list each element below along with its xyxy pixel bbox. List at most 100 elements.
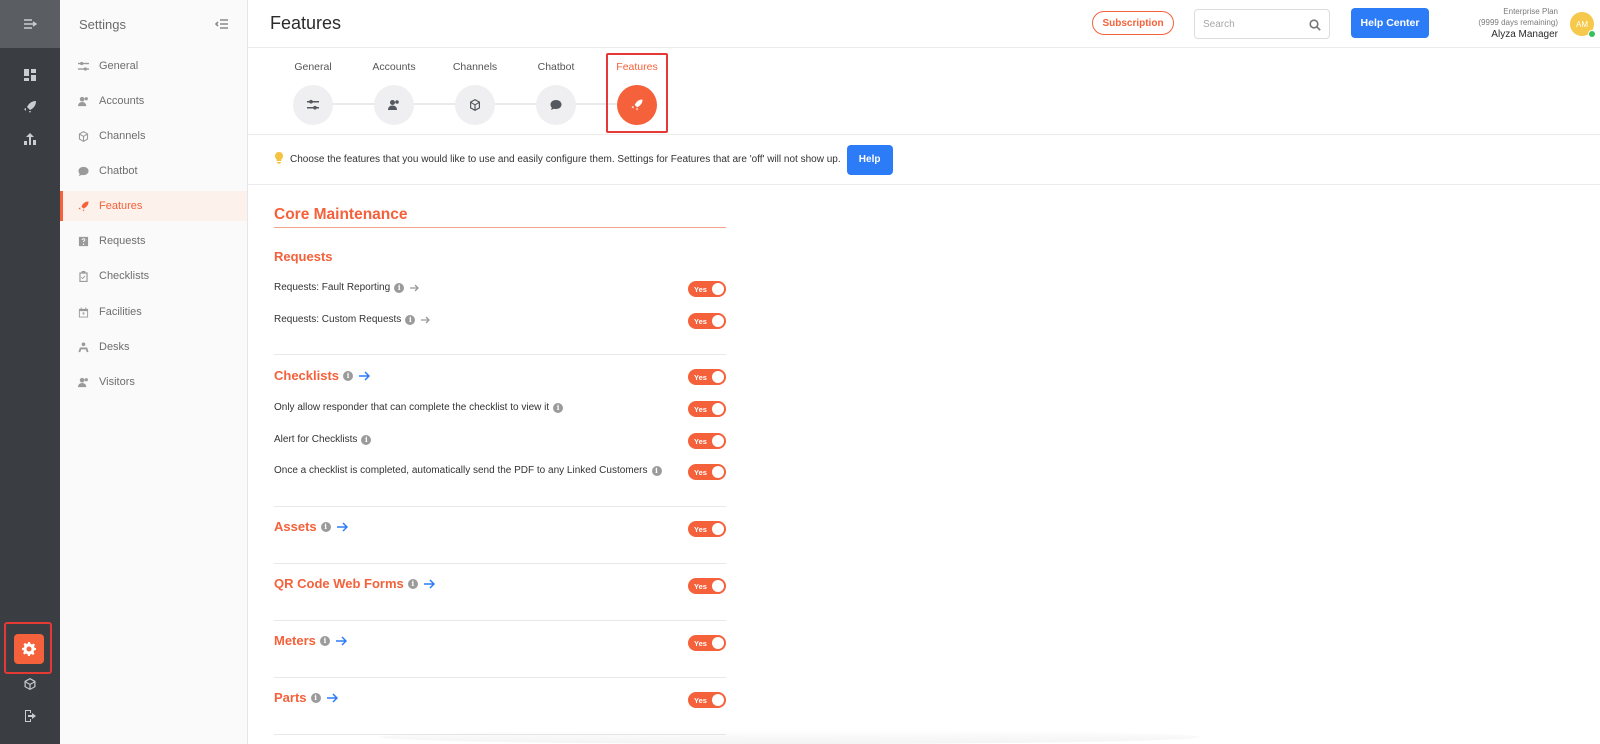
info-icon[interactable]: i	[407, 578, 418, 589]
subscription-button[interactable]: Subscription	[1092, 11, 1174, 35]
group-title-checklists: Checklists i	[274, 368, 371, 383]
section-underline	[274, 227, 726, 228]
chat-icon[interactable]	[536, 85, 576, 125]
sidebar-item-label: Features	[99, 200, 143, 212]
arrow-right-icon[interactable]	[335, 635, 347, 647]
expand-menu-icon[interactable]	[0, 0, 60, 48]
toggle-custom-requests[interactable]: Yes	[688, 313, 726, 329]
toggle-knob	[712, 283, 724, 295]
toggle-label: Yes	[694, 316, 707, 326]
sliders-icon[interactable]	[293, 85, 333, 125]
info-icon[interactable]: i	[553, 402, 564, 413]
settings-stepper: General Accounts Channels Chatbot Featur…	[248, 48, 1600, 135]
info-text: Choose the features that you would like …	[290, 154, 841, 165]
group-title-requests: Requests	[274, 249, 333, 264]
sidebar-item-checklists[interactable]: Checklists	[60, 261, 247, 291]
help-center-button[interactable]: Help Center	[1351, 8, 1429, 38]
sidebar-item-desks[interactable]: Desks	[60, 332, 247, 362]
group-title-parts: Parts i	[274, 690, 338, 705]
plan-info: Enterprise Plan (9999 days remaining) Al…	[1430, 6, 1558, 42]
sidebar-item-label: General	[99, 60, 139, 72]
info-icon[interactable]: i	[310, 692, 321, 703]
section-title: Core Maintenance	[274, 206, 408, 223]
info-icon[interactable]: i	[651, 465, 662, 476]
collapse-sidebar-icon[interactable]	[214, 17, 229, 31]
toggle-assets[interactable]: Yes	[688, 521, 726, 537]
sliders-icon	[78, 61, 89, 72]
sidebar-item-accounts[interactable]: Accounts	[60, 86, 247, 116]
info-icon[interactable]: i	[361, 434, 372, 445]
sidebar-title: Settings	[79, 16, 126, 32]
step-label: General	[294, 61, 332, 73]
sidebar-item-channels[interactable]: Channels	[60, 121, 247, 151]
toggle-send-pdf[interactable]: Yes	[688, 464, 726, 480]
info-icon[interactable]: i	[394, 282, 405, 293]
toggle-knob	[712, 371, 724, 383]
calendar-icon	[78, 306, 89, 318]
toggle-knob	[712, 315, 724, 327]
logout-icon[interactable]	[0, 702, 60, 730]
icon-rail	[0, 0, 60, 744]
group-title-text: QR Code Web Forms	[274, 576, 404, 591]
group-title-text: Meters	[274, 633, 316, 648]
lightbulb-icon	[274, 151, 284, 169]
toggle-meters[interactable]: Yes	[688, 635, 726, 651]
info-icon[interactable]: i	[405, 314, 416, 325]
step-accounts[interactable]: Accounts	[354, 48, 434, 135]
sidebar-item-features[interactable]: Features	[60, 191, 247, 221]
rocket-icon[interactable]	[0, 93, 60, 121]
settings-icon[interactable]	[14, 634, 44, 664]
dashboard-icon[interactable]	[0, 61, 60, 89]
arrow-right-icon[interactable]	[420, 315, 431, 325]
features-step-highlight-frame	[606, 53, 668, 133]
step-channels[interactable]: Channels	[435, 48, 515, 135]
page-title: Features	[270, 13, 342, 33]
toggle-alert-checklists[interactable]: Yes	[688, 433, 726, 449]
toggle-fault-reporting[interactable]: Yes	[688, 281, 726, 297]
toggle-knob	[712, 435, 724, 447]
sidebar-item-visitors[interactable]: Visitors	[60, 367, 247, 397]
info-icon[interactable]: i	[343, 370, 354, 381]
arrow-right-icon[interactable]	[423, 578, 435, 590]
sidebar-item-facilities[interactable]: Facilities	[60, 297, 247, 327]
toggle-label: Yes	[694, 284, 707, 294]
info-icon[interactable]: i	[319, 635, 330, 646]
reports-icon[interactable]	[0, 125, 60, 153]
sidebar-item-general[interactable]: General	[60, 51, 247, 81]
cube-icon[interactable]	[455, 85, 495, 125]
toggle-parts[interactable]: Yes	[688, 692, 726, 708]
sidebar-item-label: Facilities	[99, 306, 142, 318]
arrow-right-icon[interactable]	[409, 283, 420, 293]
toggle-knob	[712, 694, 724, 706]
plan-name: Enterprise Plan	[1503, 7, 1558, 16]
cube-icon[interactable]	[0, 670, 60, 698]
chat-icon	[78, 166, 89, 177]
arrow-right-icon[interactable]	[336, 521, 348, 533]
group-title-text: Parts	[274, 690, 307, 705]
step-chatbot[interactable]: Chatbot	[516, 48, 596, 135]
sidebar-item-chatbot[interactable]: Chatbot	[60, 156, 247, 186]
toggle-label: Yes	[694, 638, 707, 648]
search-icon[interactable]	[1309, 18, 1321, 31]
search-input[interactable]	[1203, 18, 1303, 30]
toggle-responder-view[interactable]: Yes	[688, 401, 726, 417]
toggle-label: Yes	[694, 524, 707, 534]
help-button[interactable]: Help	[846, 144, 893, 175]
toggle-qr-code-web-forms[interactable]: Yes	[688, 578, 726, 594]
sidebar-item-label: Channels	[99, 130, 146, 142]
arrow-right-icon[interactable]	[326, 692, 338, 704]
desk-icon	[78, 341, 89, 353]
top-header: Features Subscription Help Center Enterp…	[248, 0, 1600, 48]
sidebar-item-label: Desks	[99, 341, 130, 353]
question-icon	[78, 236, 89, 247]
step-general[interactable]: General	[273, 48, 353, 135]
toggle-checklists[interactable]: Yes	[688, 369, 726, 385]
group-title-qr-code-web-forms: QR Code Web Forms i	[274, 576, 435, 591]
arrow-right-icon[interactable]	[358, 370, 371, 382]
info-icon[interactable]: i	[320, 521, 331, 532]
group-title-assets: Assets i	[274, 519, 348, 534]
divider	[274, 506, 726, 507]
users-icon[interactable]	[374, 85, 414, 125]
sidebar-item-requests[interactable]: Requests	[60, 226, 247, 256]
user-name[interactable]: Alyza Manager	[1430, 28, 1558, 42]
